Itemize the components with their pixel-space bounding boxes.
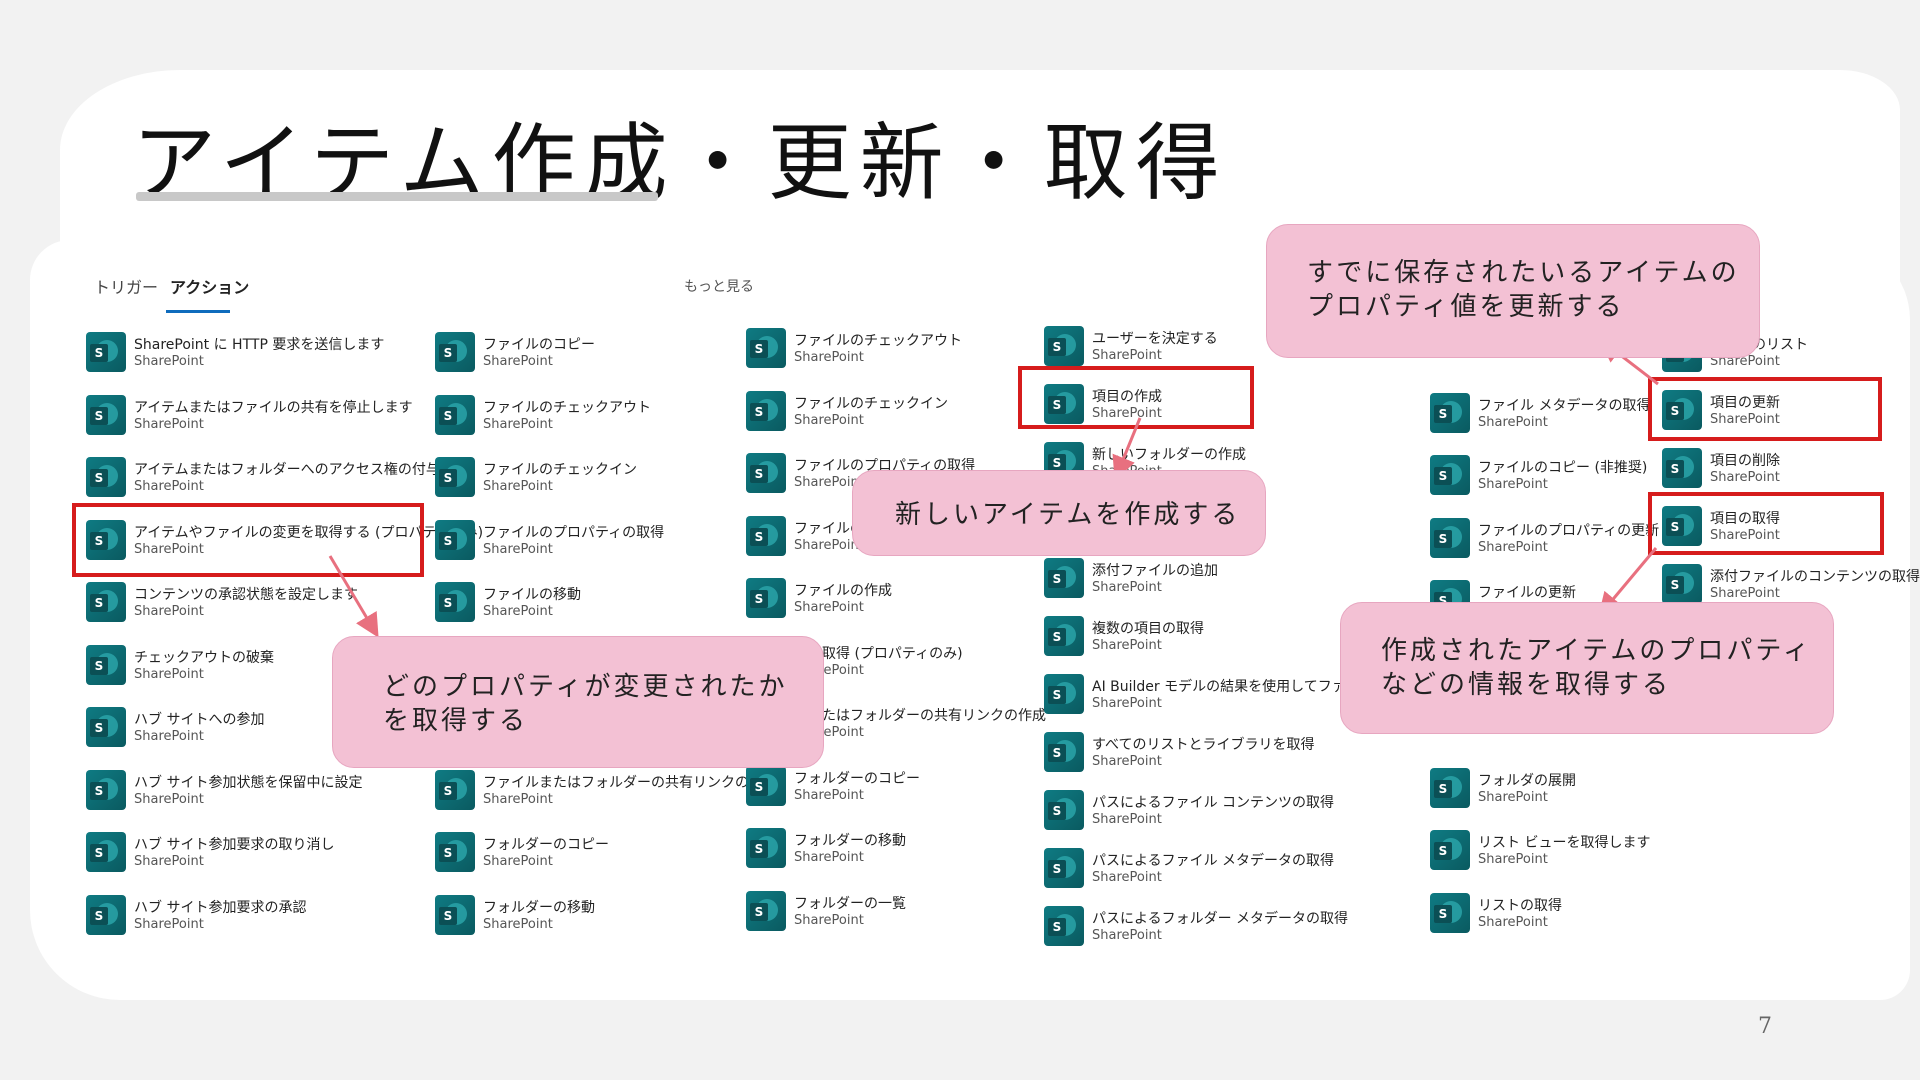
arrow-get-changes [328, 555, 379, 638]
callout-get-changes: どのプロパティが変更されたか を取得する [332, 636, 824, 768]
callout-update-item: すでに保存されたいるアイテムの プロパティ値を更新する [1266, 224, 1760, 358]
arrow-create-item [1112, 417, 1142, 481]
arrow-get-item [1598, 547, 1658, 617]
page-number: 7 [1758, 1014, 1772, 1039]
callout-get-item: 作成されたアイテムのプロパティ などの情報を取得する [1340, 602, 1834, 734]
callout-create-item: 新しいアイテムを作成する [852, 470, 1266, 556]
